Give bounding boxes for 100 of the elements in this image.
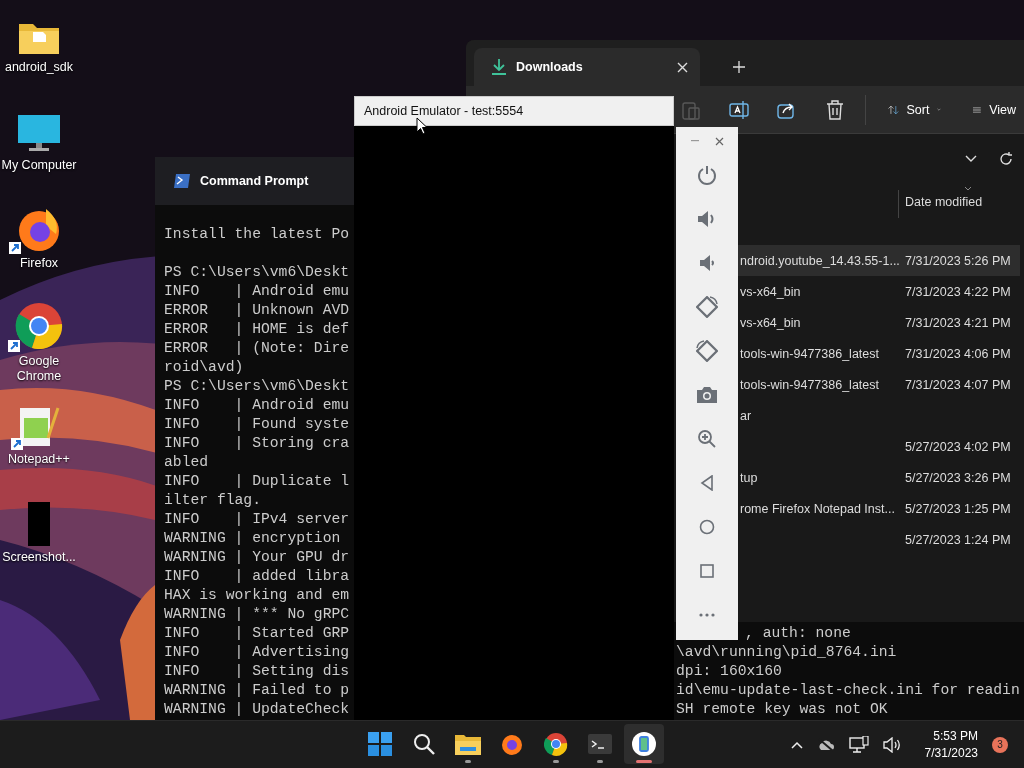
cursor-icon <box>416 117 428 135</box>
caret-icon <box>937 107 942 112</box>
back-icon[interactable] <box>700 475 714 491</box>
terminal-line: ERROR | Unknown AVD <box>164 302 350 318</box>
clock-date[interactable]: 7/31/2023 <box>924 744 978 762</box>
terminal-icon <box>588 734 612 754</box>
rotate-left-icon[interactable] <box>696 296 718 318</box>
chrome-icon[interactable] <box>15 302 63 350</box>
terminal-line: dpi: 160x160 <box>676 662 782 681</box>
file-row[interactable]: rome Firefox Notepad Inst... 5/27/2023 1:25 PM <box>738 493 1020 524</box>
firefox-icon[interactable] <box>16 206 62 252</box>
file-name: tools-win-9477386_latest <box>740 377 879 392</box>
terminal-line: WARNING | Failed to p <box>164 682 350 698</box>
column-header[interactable]: Date modified <box>905 195 983 209</box>
terminal-line: Install the latest Po <box>164 226 350 242</box>
window-title: Command Prompt <box>200 174 309 188</box>
view-button[interactable]: View <box>965 91 1024 128</box>
powershell-icon <box>174 174 190 188</box>
notification-badge[interactable]: 3 <box>992 736 1008 753</box>
file-row[interactable]: vs-x64_bin 7/31/2023 4:22 PM <box>738 276 1020 307</box>
terminal-line: INFO | Started GRP <box>164 625 350 641</box>
date-modified: 7/31/2023 4:06 PM <box>905 346 1011 361</box>
chevron-down-icon[interactable] <box>965 155 977 163</box>
terminal-line: ERROR | HOME is def <box>164 321 350 337</box>
folder-icon <box>455 733 481 755</box>
desktop-icon-label[interactable]: Screenshot... <box>0 550 78 565</box>
volume-down-icon[interactable] <box>699 254 715 272</box>
rotate-right-icon[interactable] <box>696 340 718 362</box>
date-modified: 7/31/2023 4:21 PM <box>905 315 1011 330</box>
date-modified: 7/31/2023 4:22 PM <box>905 284 1011 299</box>
file-name: tools-win-9477386_latest <box>740 346 879 361</box>
window-title: Android Emulator - test:5554 <box>364 104 524 118</box>
date-modified: 5/27/2023 1:25 PM <box>905 501 1011 516</box>
file-name: ar <box>740 408 752 423</box>
desktop-icon-label[interactable]: Firefox <box>0 256 78 271</box>
terminal-line: , auth: none <box>745 624 851 643</box>
overview-icon[interactable] <box>700 564 714 578</box>
terminal-line: abled <box>164 454 209 470</box>
file-row[interactable]: ndroid.youtube_14.43.55-1... 7/31/2023 5:26 PM <box>738 245 1020 276</box>
file-row[interactable]: 5/27/2023 4:02 PM <box>738 431 1020 462</box>
thumbnail-icon[interactable] <box>27 502 51 546</box>
terminal-line: ilter flag. <box>164 492 261 508</box>
sort-caret-icon <box>964 186 972 191</box>
file-name: vs-x64_bin <box>740 284 801 299</box>
paste-icon <box>682 99 700 120</box>
terminal-line: PS C:\Users\vm6\Deskt <box>164 264 350 280</box>
terminal-line: \avd\running\pid_8764.ini <box>676 643 897 662</box>
monitor-icon[interactable] <box>17 114 61 154</box>
network-icon[interactable] <box>848 735 869 754</box>
refresh-icon[interactable] <box>999 152 1013 166</box>
file-row[interactable]: vs-x64_bin 7/31/2023 4:21 PM <box>738 307 1020 338</box>
file-row[interactable]: 5/27/2023 1:24 PM <box>738 524 1020 555</box>
file-name: tup <box>740 470 758 485</box>
windows-logo-icon <box>368 732 392 756</box>
terminal-line: INFO | Storing cra <box>164 435 350 451</box>
terminal-line: INFO | Android emu <box>164 397 350 413</box>
file-name: ndroid.youtube_14.43.55-1... <box>740 253 900 268</box>
phone-icon <box>632 732 656 756</box>
terminal-line: INFO | Duplicate l <box>164 473 350 489</box>
download-icon <box>492 59 506 75</box>
clock-time[interactable]: 5:53 PM <box>933 727 978 745</box>
firefox-icon <box>500 732 524 756</box>
file-row[interactable]: ar <box>738 400 1020 431</box>
desktop-icon-label[interactable]: Google Chrome <box>0 354 78 384</box>
terminal-line: ERROR | (Note: Dire <box>164 340 350 356</box>
date-modified: 5/27/2023 4:02 PM <box>905 439 1011 454</box>
terminal-line: INFO | Android emu <box>164 283 350 299</box>
chevron-up-icon[interactable] <box>790 740 803 749</box>
file-name: vs-x64_bin <box>740 315 801 330</box>
home-icon[interactable] <box>699 519 715 535</box>
file-name: rome Firefox Notepad Inst... <box>740 501 895 516</box>
power-icon[interactable] <box>697 165 717 185</box>
desktop-icon-label[interactable]: android_sdk <box>0 60 78 75</box>
camera-icon[interactable] <box>697 387 717 403</box>
terminal-line: SH remote key was not OK <box>676 700 888 719</box>
sort-button[interactable]: Sort <box>879 91 950 128</box>
more-icon[interactable] <box>699 613 715 617</box>
taskbar-button[interactable] <box>624 724 664 764</box>
chrome-icon <box>544 732 568 756</box>
trash-icon <box>826 99 844 120</box>
terminal-line: WARNING | encryption <box>164 530 341 546</box>
rename-icon <box>729 99 749 120</box>
date-modified: 5/27/2023 1:24 PM <box>905 532 1011 547</box>
zoom-in-icon[interactable] <box>698 430 716 448</box>
close-icon[interactable] <box>714 136 724 146</box>
file-row[interactable]: tup 5/27/2023 3:26 PM <box>738 462 1020 493</box>
cloud-off-icon[interactable] <box>816 737 835 752</box>
file-row[interactable]: tools-win-9477386_latest 7/31/2023 4:06 PM <box>738 338 1020 369</box>
desktop-icon-label[interactable]: Notepad++ <box>0 452 78 467</box>
search-icon <box>413 733 435 755</box>
terminal-line: roid\avd) <box>164 359 244 375</box>
volume-icon[interactable] <box>882 736 901 753</box>
terminal-line: WARNING | *** No gRPC <box>164 606 350 622</box>
file-row[interactable]: tools-win-9477386_latest 7/31/2023 4:07 PM <box>738 369 1020 400</box>
date-modified: 7/31/2023 4:07 PM <box>905 377 1011 392</box>
terminal-line: INFO | Setting dis <box>164 663 350 679</box>
terminal-line: WARNING | Your GPU dr <box>164 549 350 565</box>
new-tab-icon[interactable] <box>733 61 745 73</box>
desktop-icon-label[interactable]: My Computer <box>0 158 78 173</box>
folder-tab[interactable]: Downloads <box>474 48 700 86</box>
